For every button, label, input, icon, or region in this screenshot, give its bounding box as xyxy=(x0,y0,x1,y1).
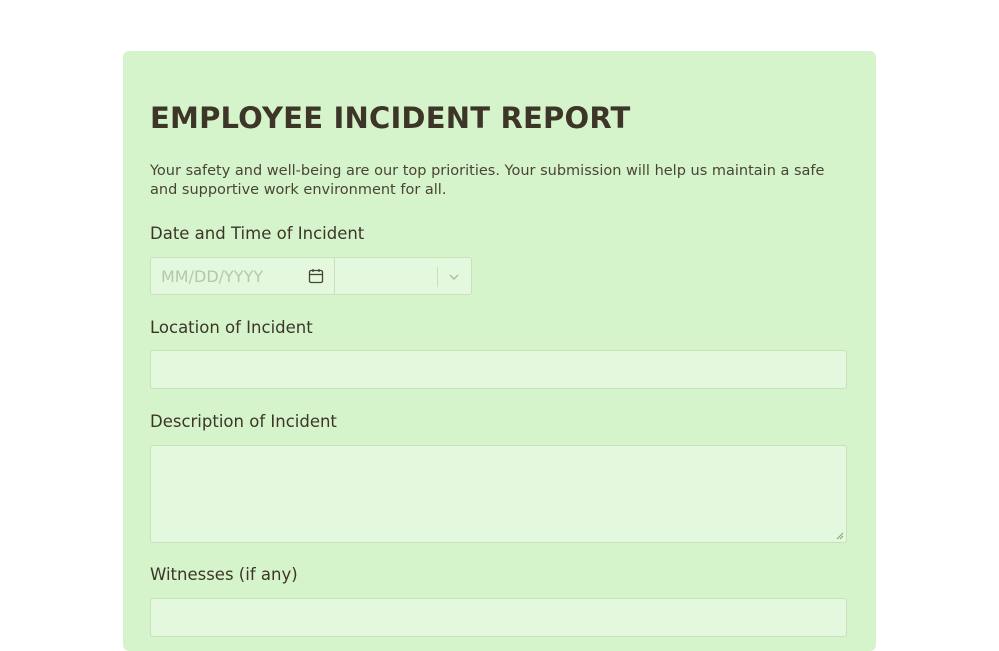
location-input[interactable] xyxy=(150,350,847,389)
calendar-icon[interactable] xyxy=(308,268,324,284)
incident-report-form: EMPLOYEE INCIDENT REPORT Your safety and… xyxy=(123,51,876,651)
witnesses-input[interactable] xyxy=(150,598,847,637)
datetime-field-group: MM/DD/YYYY xyxy=(150,257,472,295)
datetime-label: Date and Time of Incident xyxy=(150,224,365,243)
resize-grip-icon[interactable] xyxy=(836,532,844,540)
chevron-down-icon[interactable] xyxy=(447,270,461,284)
description-label: Description of Incident xyxy=(150,412,337,431)
form-description: Your safety and well-being are our top p… xyxy=(150,163,825,198)
select-divider xyxy=(437,267,438,287)
description-textarea[interactable] xyxy=(150,445,847,543)
location-label: Location of Incident xyxy=(150,318,313,337)
date-input[interactable]: MM/DD/YYYY xyxy=(151,258,335,294)
time-select[interactable] xyxy=(335,258,471,294)
form-title: EMPLOYEE INCIDENT REPORT xyxy=(150,101,631,135)
date-placeholder: MM/DD/YYYY xyxy=(161,267,264,286)
witnesses-label: Witnesses (if any) xyxy=(150,565,298,584)
